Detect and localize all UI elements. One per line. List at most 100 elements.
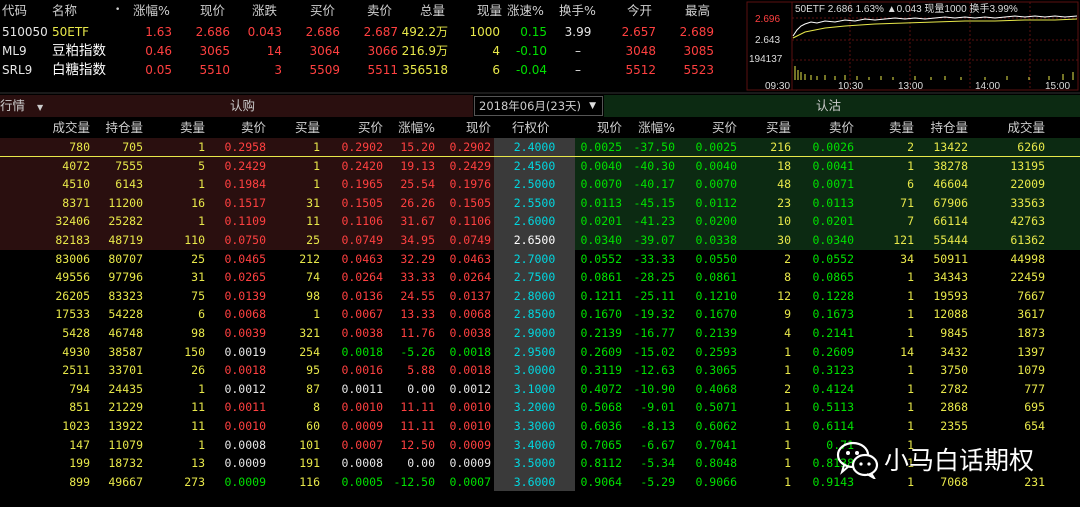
quote-speed: 0.15: [520, 25, 547, 39]
option-cell: 1: [784, 400, 791, 415]
option-cell: 0.2429: [449, 158, 491, 173]
option-row[interactable]: 49556 97796 31 0.0265 74 0.0264 33.33 0.0264 2.7…: [0, 268, 1080, 287]
quote-chg-pct: 0.05: [145, 63, 172, 77]
option-header-cell[interactable]: 买量: [276, 118, 320, 138]
quote-header-cell[interactable]: 现价: [200, 1, 225, 20]
option-header-cell[interactable]: 买量: [747, 118, 791, 138]
option-row[interactable]: 32406 25282 1 0.1109 11 0.1106 31.67 0.1106 2.60…: [0, 212, 1080, 231]
option-row[interactable]: 4072 7555 5 0.2429 1 0.2420 19.13 0.2429 2.4500 0…: [0, 156, 1080, 176]
option-row[interactable]: 851 21229 11 0.0011 8 0.0010 11.11 0.0010 3.2000…: [0, 398, 1080, 417]
quote-speed: -0.04: [515, 63, 547, 77]
option-header-cell[interactable]: 买价: [339, 118, 383, 138]
option-cell: -5.29: [640, 474, 675, 489]
quote-header-cell[interactable]: 总量: [420, 1, 445, 20]
option-cell: 22009: [1010, 177, 1045, 192]
option-cell: -12.63: [633, 363, 675, 378]
option-cell: -39.07: [633, 233, 675, 247]
option-row[interactable]: 82183 48719 110 0.0750 25 0.0749 34.95 0.0749 2.…: [0, 231, 1080, 250]
option-row[interactable]: 17533 54228 6 0.0068 1 0.0067 13.33 0.0068 2.850…: [0, 305, 1080, 324]
option-row[interactable]: 83006 80707 25 0.0465 212 0.0463 32.29 0.0463 2.…: [0, 249, 1080, 269]
option-header-cell[interactable]: 持仓量: [99, 118, 143, 138]
option-cell: 97796: [108, 270, 143, 285]
chart-info: 50ETF 2.686 1.63% ▲0.043 现量1000 换手3.99%: [795, 2, 1018, 15]
option-cell: 0.1976: [449, 177, 491, 192]
quote-price: 5510: [199, 63, 230, 77]
mini-intraday-chart[interactable]: 50ETF 2.686 1.63% ▲0.043 现量1000 换手3.99% …: [745, 0, 1080, 94]
option-cell: 55444: [933, 233, 968, 247]
option-cell: 11079: [108, 437, 143, 452]
option-header-cell[interactable]: 卖价: [222, 118, 266, 138]
quote-row[interactable]: ML9 豆粕指数 0.46 3065 14 3064 3066 216.9万 4 -0.10 – 30…: [0, 42, 745, 61]
option-header-cell[interactable]: 卖价: [810, 118, 854, 138]
expiry-month-select[interactable]: 2018年06月(23天) ▼: [474, 96, 603, 116]
option-row[interactable]: 4510 6143 1 0.1984 1 0.1965 25.54 0.1976 2.5000 0…: [0, 175, 1080, 194]
dropdown-arrow-icon: ▼: [37, 103, 44, 112]
quote-header-cell[interactable]: 名称: [52, 1, 77, 20]
option-cell: 12: [777, 288, 791, 303]
option-cell: 54228: [108, 307, 143, 322]
quote-volume: 356518: [402, 63, 448, 77]
quote-header-cell[interactable]: 现量: [477, 1, 502, 20]
option-header-cell[interactable]: 行权价: [512, 118, 550, 138]
quote-price: 2.686: [195, 25, 230, 39]
quote-header-cell[interactable]: •: [115, 1, 120, 20]
quote-code: SRL9: [2, 63, 33, 77]
option-cell: 11: [306, 214, 320, 229]
option-cell: 6260: [1017, 140, 1045, 154]
quote-high: 3085: [683, 44, 714, 58]
quote-header-cell[interactable]: 代码: [2, 1, 27, 20]
quote-turnover: –: [575, 63, 581, 77]
option-cell: 3617: [1017, 307, 1045, 322]
chart-x-1500: 15:00: [1045, 81, 1070, 92]
option-cell: -45.15: [633, 195, 675, 210]
quote-menu[interactable]: 行情 ▼: [0, 95, 43, 117]
option-row[interactable]: 2511 33701 26 0.0018 95 0.0016 5.88 0.0018 3.000…: [0, 361, 1080, 380]
quote-row[interactable]: 510050 50ETF 1.63 2.686 0.043 2.686 2.687 492.2…: [0, 23, 745, 42]
option-cell: 321: [299, 326, 320, 340]
option-header-cell[interactable]: 成交量: [1001, 118, 1045, 138]
option-cell: 1: [784, 456, 791, 471]
quote-header-cell[interactable]: 卖价: [367, 1, 392, 20]
option-header-cell[interactable]: 涨幅%: [391, 118, 435, 138]
quote-header-cell[interactable]: 涨跌: [252, 1, 277, 20]
option-row[interactable]: 4930 38587 150 0.0019 254 0.0018 -5.26 0.0018 2.…: [0, 342, 1080, 362]
quote-header-cell[interactable]: 涨幅%: [133, 1, 170, 20]
option-cell: 695: [1024, 400, 1045, 415]
quote-cur-vol: 4: [492, 44, 500, 58]
option-row[interactable]: 26205 83323 75 0.0139 98 0.0136 24.55 0.0137 2.8…: [0, 286, 1080, 306]
option-row[interactable]: 5428 46748 98 0.0039 321 0.0038 11.76 0.0038 2.9…: [0, 324, 1080, 343]
quote-name: 50ETF: [52, 25, 90, 39]
call-label: 认购: [230, 98, 256, 113]
option-cell: 1: [313, 140, 320, 154]
quote-header-cell[interactable]: 今开: [627, 1, 652, 20]
option-header-cell[interactable]: 现价: [578, 118, 622, 138]
quote-ask: 3066: [367, 44, 398, 58]
quote-row[interactable]: SRL9 白糖指数 0.05 5510 3 5509 5511 356518 6 -0.04 – 55…: [0, 61, 745, 80]
chart-x-1400: 14:00: [975, 81, 1000, 92]
option-row[interactable]: 8371 11200 16 0.1517 31 0.1505 26.26 0.1505 2.55…: [0, 193, 1080, 213]
option-cell: 0.0038: [449, 326, 491, 340]
option-cell: -6.67: [640, 437, 675, 452]
option-cell: 11200: [108, 195, 143, 210]
option-cell: 273: [184, 474, 205, 489]
quote-header-cell[interactable]: 换手%: [559, 1, 596, 20]
option-cell: 0.1505: [449, 195, 491, 210]
option-cell: 705: [122, 140, 143, 154]
option-cell: 74: [306, 270, 320, 285]
option-row[interactable]: 794 24435 1 0.0012 87 0.0011 0.00 0.0012 3.1000 0…: [0, 379, 1080, 399]
option-cell: 777: [1024, 381, 1045, 396]
option-header-cell[interactable]: 买价: [693, 118, 737, 138]
option-row[interactable]: 1023 13922 11 0.0010 60 0.0009 11.11 0.0010 3.30…: [0, 417, 1080, 436]
option-header-cell[interactable]: 持仓量: [924, 118, 968, 138]
option-header-cell[interactable]: 卖量: [870, 118, 914, 138]
quote-header-cell[interactable]: 最高: [685, 1, 710, 20]
option-header-cell[interactable]: 成交量: [46, 118, 90, 138]
quote-header-cell[interactable]: 买价: [310, 1, 335, 20]
option-header-cell[interactable]: 涨幅%: [631, 118, 675, 138]
quote-header-cell[interactable]: 涨速%: [507, 1, 544, 20]
option-cell: -9.01: [640, 400, 675, 415]
option-header-cell[interactable]: 现价: [447, 118, 491, 138]
quote-table: 代码 名称 • 涨幅% 现价 涨跌 买价 卖价 总量 现量 涨速% 换手% 今开 最高 510050 50E…: [0, 0, 745, 80]
option-header-cell[interactable]: 卖量: [161, 118, 205, 138]
option-row[interactable]: 780 705 1 0.2958 1 0.2902 15.20 0.2902 2.4000 0.0…: [0, 138, 1080, 157]
